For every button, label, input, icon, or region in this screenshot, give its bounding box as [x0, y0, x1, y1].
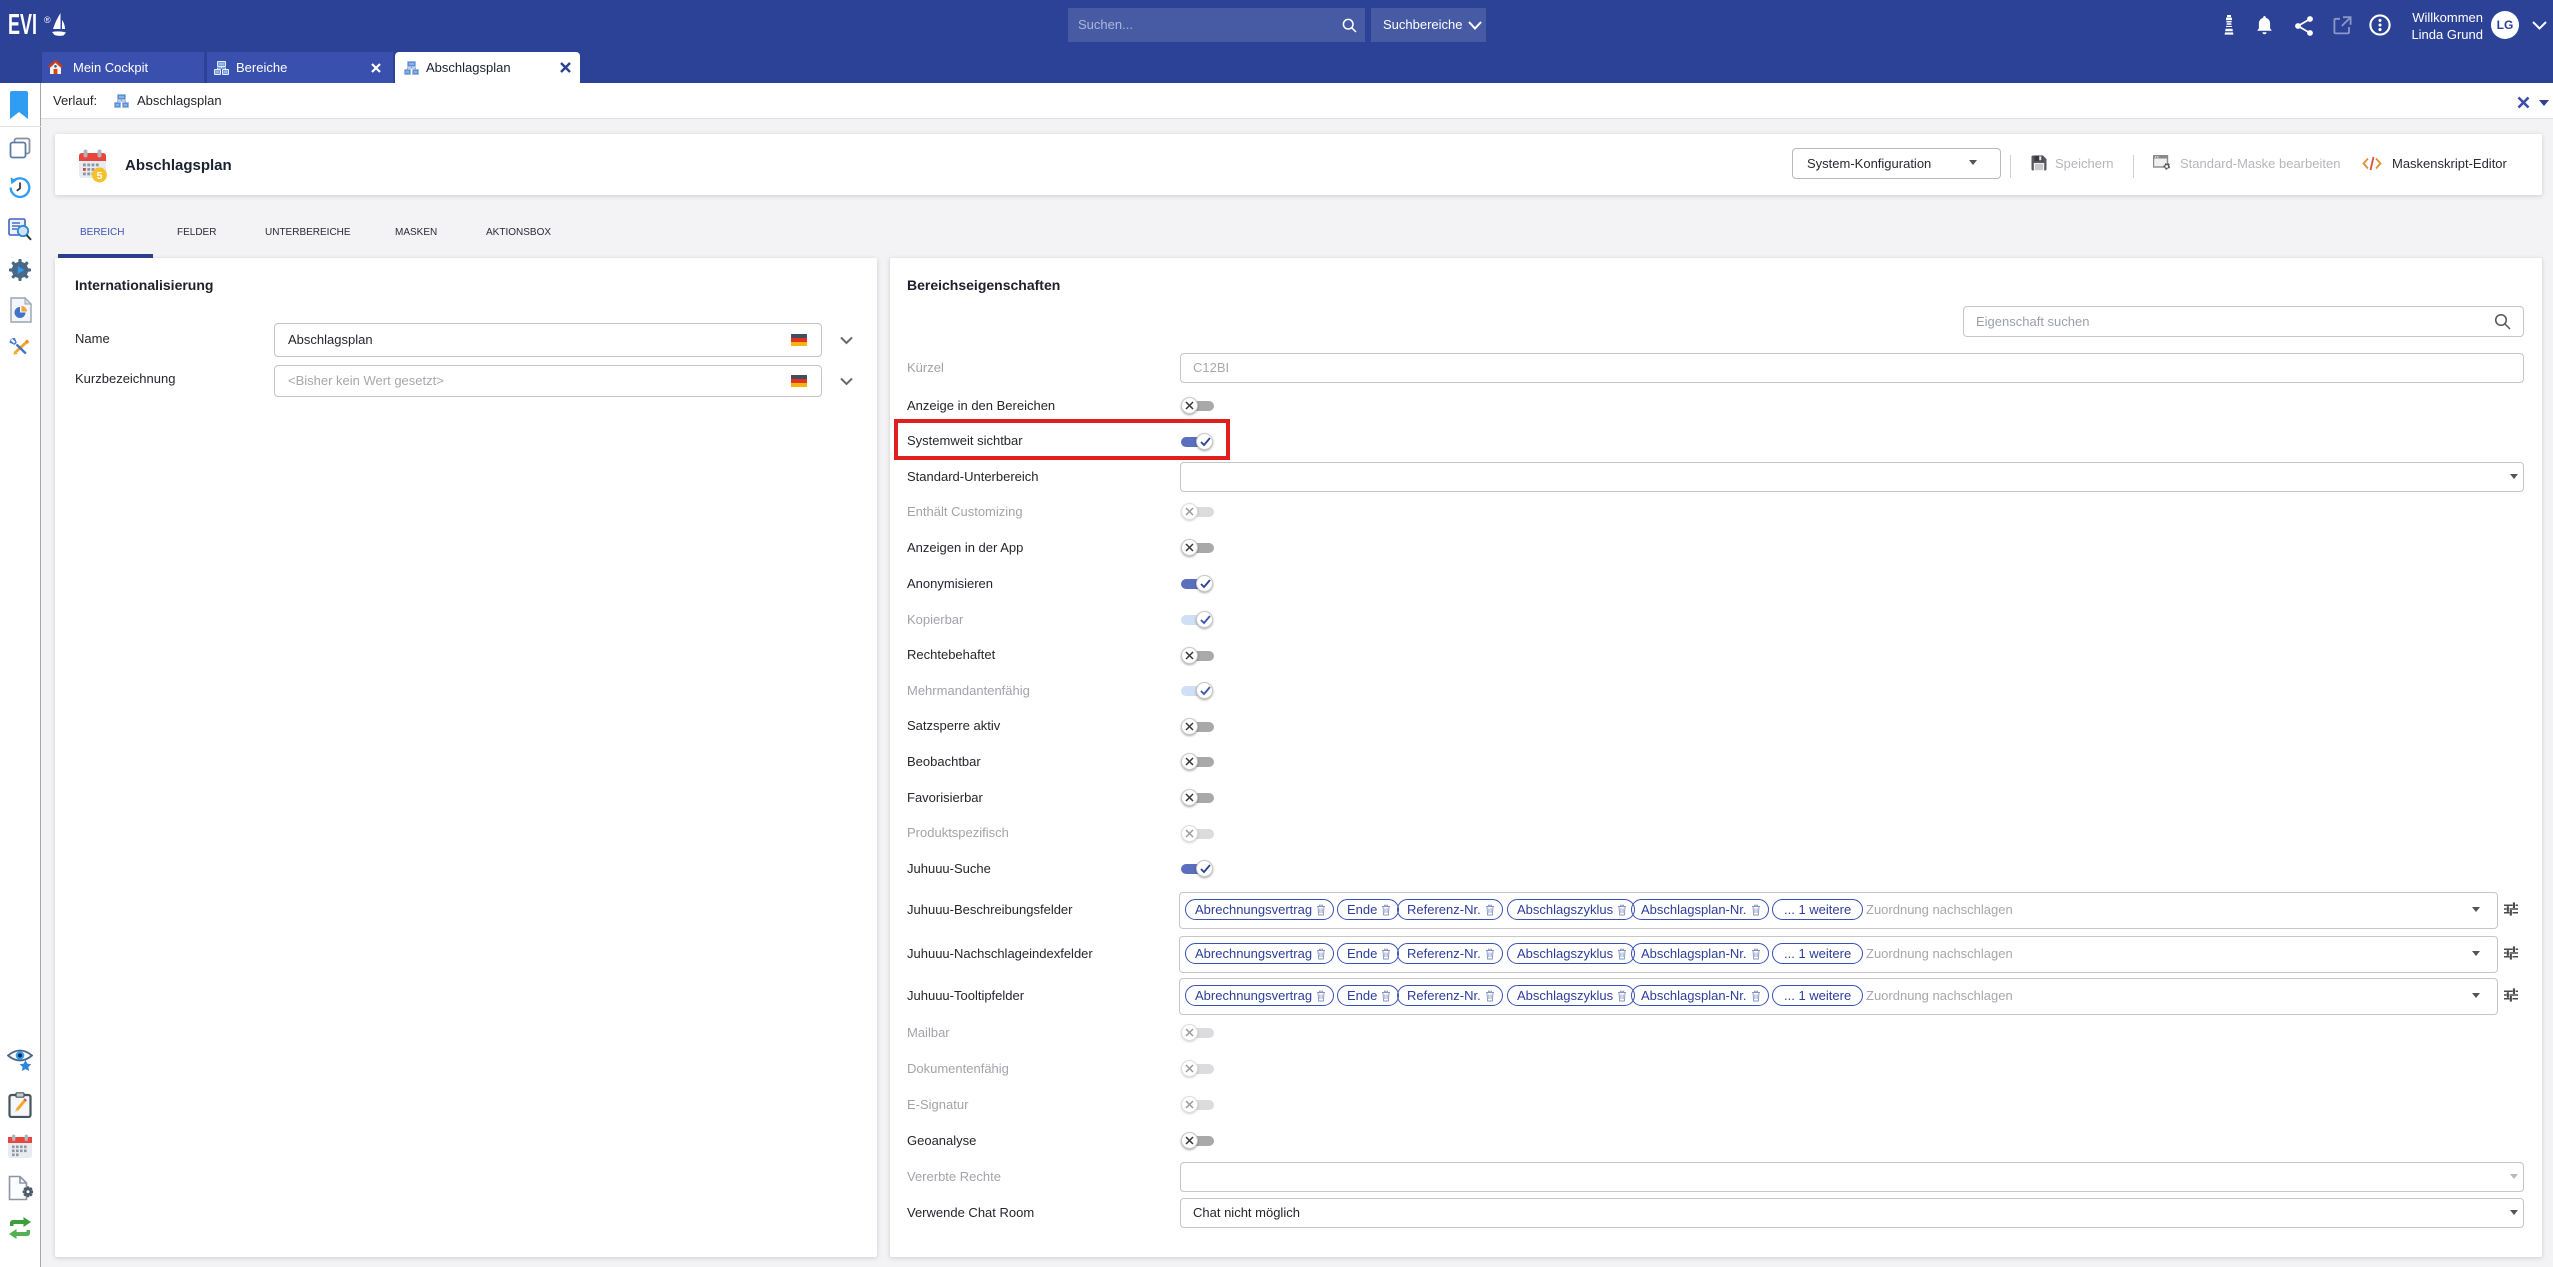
- svg-text:5: 5: [97, 170, 103, 182]
